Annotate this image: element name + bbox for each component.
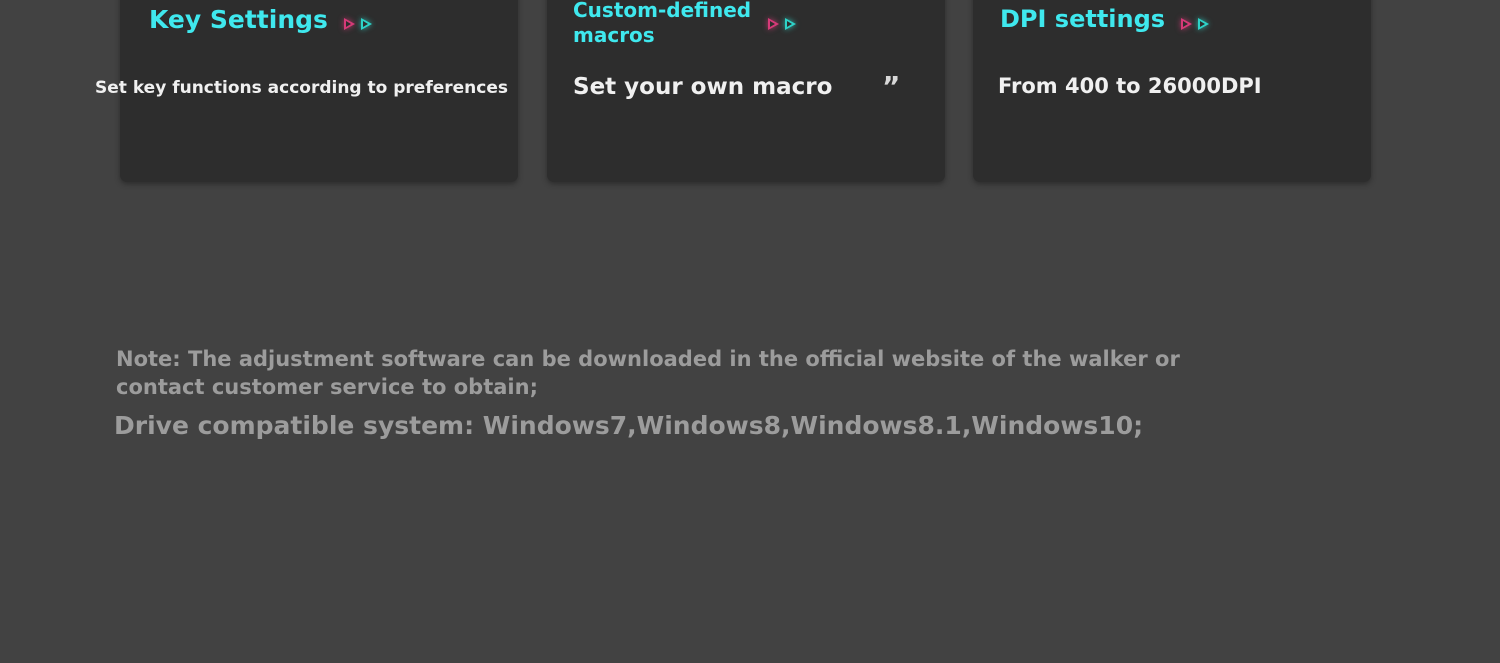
play-arrow-icon — [344, 18, 355, 30]
play-arrow-icon — [1198, 18, 1209, 30]
card-title: DPI settings — [1000, 5, 1166, 33]
feature-card-macros: Custom-defined macros Set your own macro… — [547, 0, 945, 182]
feature-card-dpi: DPI settings From 400 to 26000DPI — [973, 0, 1371, 182]
arrows-decoration — [344, 18, 372, 30]
card-description: From 400 to 26000DPI — [998, 74, 1262, 98]
card-title: Key Settings — [149, 5, 328, 34]
card-description: Set key functions according to preferenc… — [95, 78, 508, 98]
play-arrow-icon — [768, 18, 779, 30]
card-title: Custom-defined macros — [573, 0, 752, 47]
card-description: Set your own macro — [573, 74, 833, 100]
feature-card-key-settings: Key Settings Set key functions according… — [95, 0, 518, 182]
arrows-decoration — [1181, 18, 1209, 30]
play-arrow-icon — [785, 18, 796, 30]
software-note: Note: The adjustment software can be dow… — [116, 347, 1180, 399]
arrows-decoration — [768, 18, 796, 30]
quote-mark: ” — [882, 70, 901, 103]
compatibility-text: Drive compatible system: Windows7,Window… — [114, 411, 1144, 440]
play-arrow-icon — [361, 18, 372, 30]
play-arrow-icon — [1181, 18, 1192, 30]
